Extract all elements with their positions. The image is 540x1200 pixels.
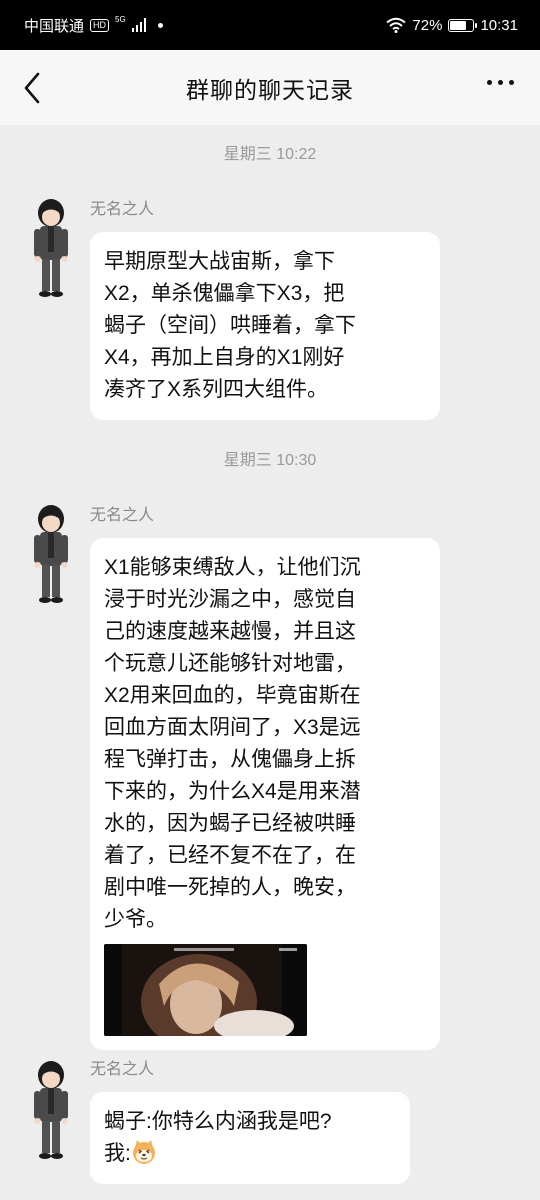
sender-name: 无名之人 — [90, 507, 155, 524]
battery-percent: 72% — [412, 16, 443, 34]
message-line: 蝎子（空间）哄睡着，拿下 — [104, 314, 356, 337]
message-line: 剧中唯一死掉的人，晚安， — [104, 876, 356, 899]
avatar[interactable] — [26, 499, 76, 609]
message-line: X4，再加上自身的X1刚好 — [104, 346, 345, 369]
wifi-icon — [386, 17, 407, 33]
message-line: 少爷。 — [104, 908, 167, 931]
avatar[interactable] — [26, 1055, 76, 1165]
message-line: X2，单杀傀儡拿下X3，把 — [104, 282, 345, 305]
page-title: 群聊的聊天记录 — [186, 76, 354, 103]
message-line-with-emoji: 我: — [104, 1138, 396, 1170]
message-line: 程飞弹打击，从傀儡身上拆 — [104, 748, 356, 771]
message-line: X1能够束缚敌人，让他们沉 — [104, 556, 361, 579]
sender-name: 无名之人 — [90, 201, 155, 218]
message-bubble[interactable]: 早期原型大战宙斯，拿下 X2，单杀傀儡拿下X3，把 蝎子（空间）哄睡着，拿下 X… — [90, 232, 440, 420]
message-line: 己的速度越来越慢，并且这 — [104, 620, 356, 643]
sender-name: 无名之人 — [90, 1061, 155, 1078]
more-dots-icon[interactable] — [487, 80, 514, 85]
carrier-label: 中国联通 — [24, 17, 85, 35]
message-line: 我: — [104, 1142, 131, 1165]
message-line: 下来的，为什么X4是用来潜 — [104, 780, 361, 803]
message-line: 凑齐了X系列四大组件。 — [104, 378, 329, 401]
message-line: 个玩意儿还能够针对地雷， — [104, 652, 356, 675]
timestamp: 星期三 10:22 — [223, 146, 317, 163]
message-bubble[interactable]: 蝎子:你特么内涵我是吧? 我: — [90, 1092, 410, 1184]
nav-bar: 群聊的聊天记录 — [0, 50, 540, 125]
message-bubble[interactable]: X1能够束缚敌人，让他们沉 浸于时光沙漏之中，感觉自 己的速度越来越慢，并且这 … — [90, 538, 440, 1050]
clock: 10:31 — [480, 16, 518, 34]
message-line: 着了，已经不复不在了，在 — [104, 844, 356, 867]
message-line: X2用来回血的，毕竟宙斯在 — [104, 684, 361, 707]
message-line: 回血方面太阴间了，X3是远 — [104, 716, 361, 739]
signal-icon — [131, 18, 147, 32]
status-bar: 中国联通 HD 5G 72% 10:31 — [0, 0, 540, 50]
chevron-left-icon[interactable] — [18, 68, 48, 108]
image-thumbnail[interactable] — [104, 944, 307, 1036]
avatar[interactable] — [26, 193, 76, 303]
shiba-dog-emoji — [132, 1140, 155, 1164]
message-line: 浸于时光沙漏之中，感觉自 — [104, 588, 356, 611]
message-line: 水的，因为蝎子已经被哄睡 — [104, 812, 356, 835]
network-type: 5G — [115, 14, 126, 24]
timestamp: 星期三 10:30 — [223, 452, 317, 469]
notification-dot-icon — [158, 22, 164, 28]
message-line: 早期原型大战宙斯，拿下 — [104, 250, 335, 273]
hd-badge: HD — [90, 18, 110, 32]
battery-icon — [448, 18, 478, 32]
message-line: 蝎子:你特么内涵我是吧? — [104, 1110, 332, 1133]
